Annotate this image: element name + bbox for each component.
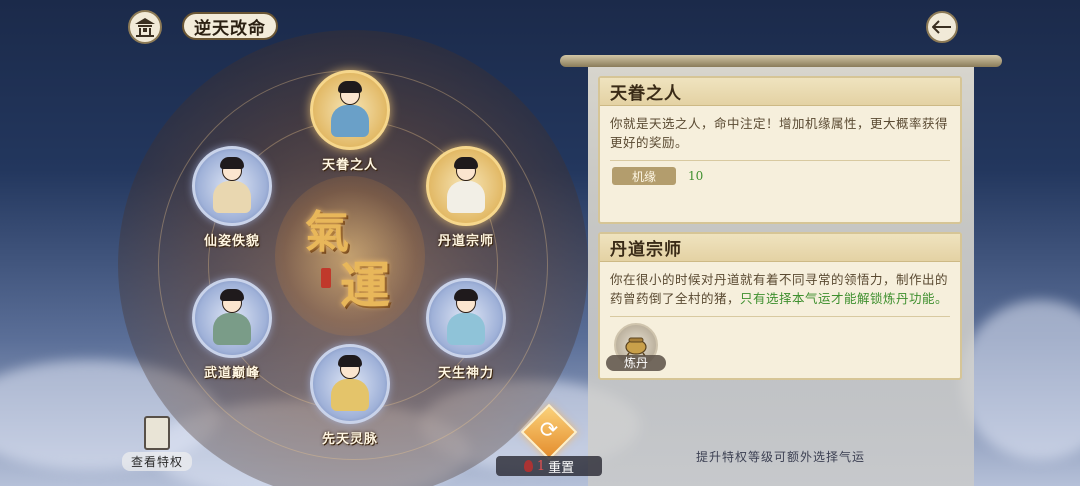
node-portrait-frame (310, 344, 390, 424)
fate-node-tiansheng[interactable]: 天生神力 (424, 278, 508, 381)
fate-node-xiantian[interactable]: 先天灵脉 (308, 344, 392, 447)
reset-button[interactable]: ⟳ 1 重置 (496, 403, 602, 476)
fate-card-dandao: 丹道宗师 你在很小的时候对丹道就有着不同寻常的领悟力，制作出的药曾药倒了全村的猪… (598, 232, 962, 380)
reset-cost: 1 (536, 458, 546, 474)
fate-node-label: 天生神力 (437, 366, 494, 381)
view-privilege-button[interactable]: 查看特权 (122, 416, 192, 471)
home-button[interactable] (128, 10, 162, 44)
character-portrait (205, 289, 259, 347)
node-portrait-frame (426, 146, 506, 226)
gourd-icon (523, 460, 533, 472)
back-arrow-icon (932, 20, 951, 34)
fate-card-tianjuan: 天眷之人 你就是天选之人，命中注定！增加机缘属性，更大概率获得更好的奖励。 机缘… (598, 76, 962, 224)
fate-node-label: 仙姿佚貌 (203, 234, 260, 249)
attribute-name: 机缘 (612, 167, 676, 185)
qi-char-2: 運 (340, 256, 390, 315)
attribute-value: 10 (688, 169, 704, 183)
pavilion-icon (135, 18, 155, 37)
reset-bar: 1 重置 (496, 456, 602, 476)
scroll-rod (560, 55, 1002, 67)
node-portrait-frame (192, 278, 272, 358)
reset-label: 重置 (548, 460, 575, 476)
attribute-row: 机缘 10 (600, 161, 960, 191)
card-description: 你就是天选之人，命中注定！增加机缘属性，更大概率获得更好的奖励。 (610, 116, 949, 150)
divider (610, 316, 950, 317)
unlock-label: 炼丹 (606, 355, 666, 371)
character-portrait (439, 157, 493, 215)
privilege-hint: 提升特权等级可额外选择气运 (696, 450, 866, 464)
character-portrait (205, 157, 259, 215)
cloud (960, 300, 1080, 460)
refresh-icon: ⟳ (539, 418, 559, 443)
red-seal (321, 268, 331, 288)
fate-node-label: 天眷之人 (321, 158, 378, 173)
description-highlight: 只有选择本气运才能解锁炼丹功能。 (740, 291, 949, 306)
scroll-badge-icon (144, 416, 170, 450)
character-portrait (323, 355, 377, 413)
card-description: 你在很小的时候对丹道就有着不同寻常的领悟力，制作出的药曾药倒了全村的猪，只有选择… (600, 262, 960, 308)
node-portrait-frame (192, 146, 272, 226)
unlock-feature[interactable]: 炼丹 (606, 323, 666, 371)
view-privilege-label: 查看特权 (122, 452, 192, 471)
fate-node-xianzi[interactable]: 仙姿佚貌 (190, 146, 274, 249)
fate-node-label: 先天灵脉 (321, 432, 378, 447)
node-portrait-frame (310, 70, 390, 150)
character-portrait (439, 289, 493, 347)
page-title: 逆天改命 (182, 12, 278, 40)
fate-node-tianjuan[interactable]: 天眷之人 (308, 70, 392, 173)
fate-node-wudao[interactable]: 武道巅峰 (190, 278, 274, 381)
fate-node-dandao[interactable]: 丹道宗师 (424, 146, 508, 249)
node-portrait-frame (426, 278, 506, 358)
card-title: 天眷之人 (600, 78, 960, 106)
back-button[interactable] (926, 11, 958, 43)
character-portrait (323, 81, 377, 139)
fate-node-label: 武道巅峰 (203, 366, 260, 381)
card-title: 丹道宗师 (600, 234, 960, 262)
fate-node-label: 丹道宗师 (437, 234, 494, 249)
